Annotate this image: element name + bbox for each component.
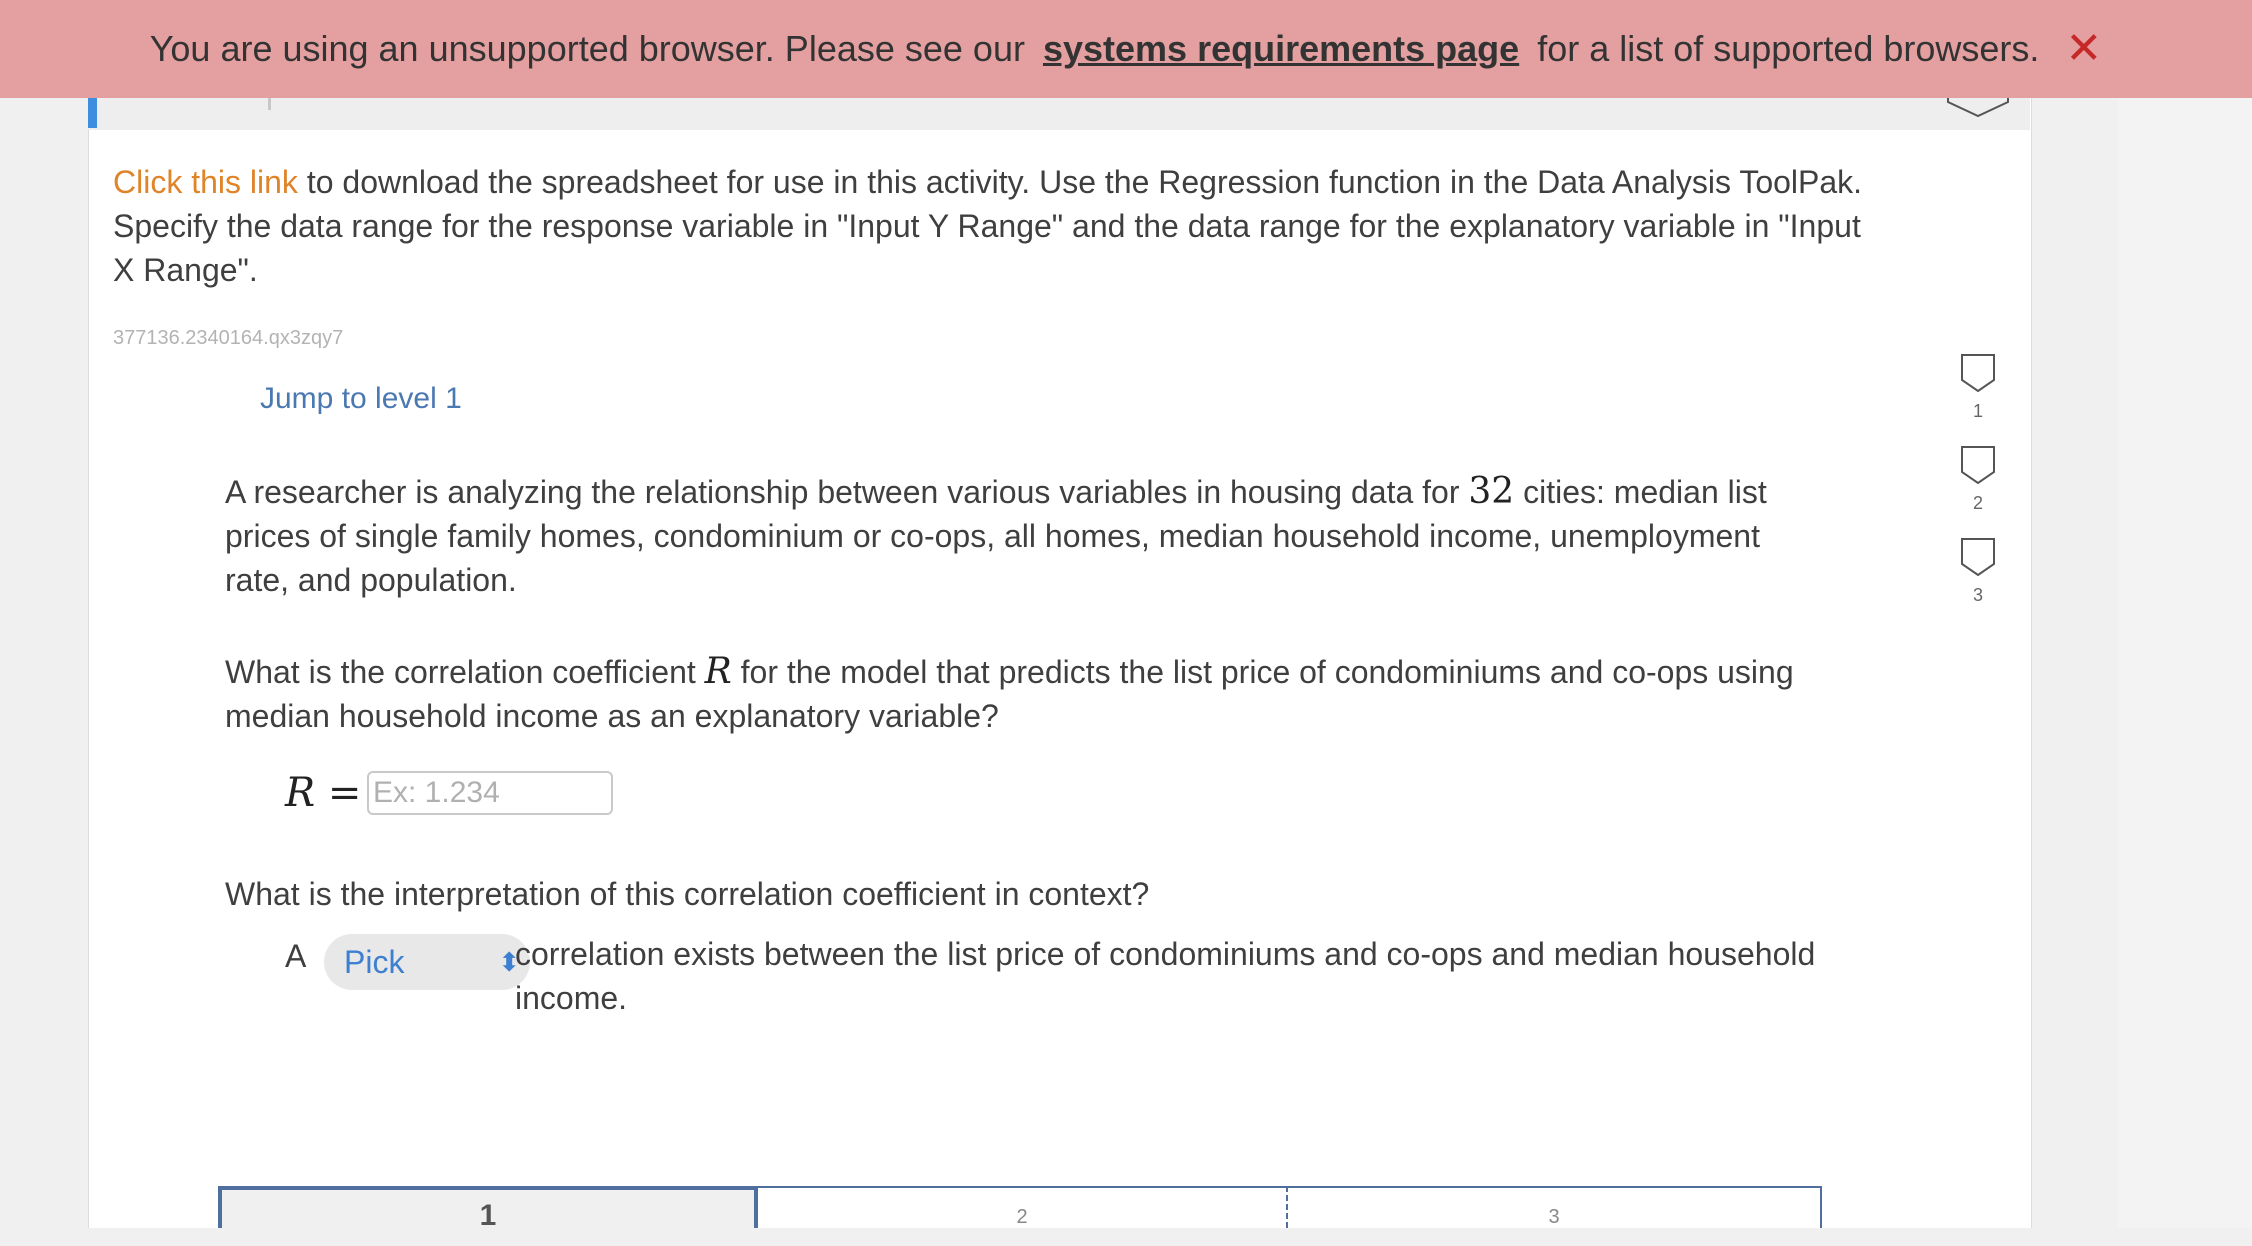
level-indicator-3[interactable]: 3 [1958,538,1998,606]
progress-level-3[interactable]: 3 [1288,1186,1822,1228]
instructions: Click this link to download the spreadsh… [113,160,1873,292]
page-right-gutter [2118,0,2252,1228]
city-count: 32 [1468,471,1515,512]
question-text-before: What is the correlation coefficient [225,654,705,690]
level-number: 1 [1972,401,1983,421]
level-number: 2 [1972,493,1983,513]
r-equals-label: R = [285,770,362,816]
question-correlation: What is the correlation coefficient R fo… [225,650,1825,738]
level-shield-icon [1961,354,1995,393]
select-value: Pick [344,944,405,980]
banner-text-after: for a list of supported browsers. [1537,28,2040,69]
r-answer-input[interactable] [367,771,613,815]
download-spreadsheet-link[interactable]: Click this link [113,164,298,200]
level-indicator-2[interactable]: 2 [1958,446,1998,514]
context-text-before: A researcher is analyzing the relationsh… [225,474,1469,510]
question-interpretation: What is the interpretation of this corre… [225,876,1150,912]
close-icon[interactable]: ✕ [2065,27,2102,71]
level-shield-icon [1961,446,1995,485]
r-variable: R [704,651,732,692]
progress-level-1[interactable]: 1 [218,1186,758,1232]
level-progress-bar: 1 2 3 [218,1186,1822,1232]
activity-id: 377136.2340164.qx3zqy7 [113,327,344,349]
banner-text-before: You are using an unsupported browser. Pl… [149,28,1025,69]
unsupported-browser-banner: You are using an unsupported browser. Pl… [0,0,2252,98]
level-number: 3 [1972,585,1983,605]
system-requirements-link[interactable]: systems requirements page [1043,28,1519,70]
answer-prefix: A [285,938,307,974]
jump-to-level-link[interactable]: Jump to level 1 [260,382,462,416]
level-shield-icon [1961,538,1995,577]
question-context: A researcher is analyzing the relationsh… [225,470,1825,602]
correlation-strength-select[interactable]: Pick ⬍ [324,934,530,990]
instructions-text: to download the spreadsheet for use in t… [113,164,1863,288]
answer-text: correlation exists between the list pric… [515,936,1816,1016]
level-indicator-1[interactable]: 1 [1958,354,1998,422]
progress-level-2[interactable]: 2 [758,1186,1288,1228]
